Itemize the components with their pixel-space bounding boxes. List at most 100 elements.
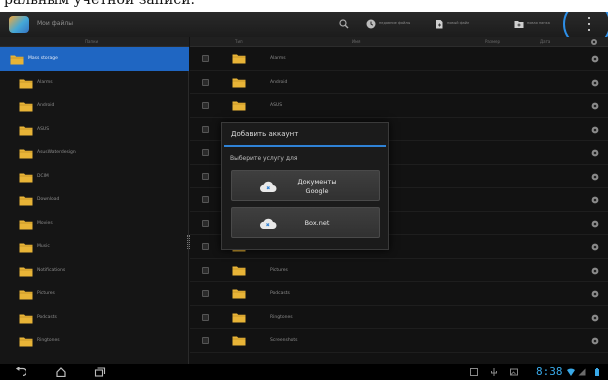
row-checkbox[interactable] — [202, 55, 209, 62]
settings-icon[interactable] — [590, 38, 598, 46]
file-name: Android — [270, 79, 288, 85]
row-checkbox[interactable] — [202, 102, 209, 109]
file-name: Pictures — [270, 267, 288, 273]
file-row[interactable]: Alarms — [190, 47, 608, 71]
tree-item[interactable]: Ringtones — [0, 329, 189, 353]
row-checkbox[interactable] — [202, 172, 209, 180]
tree-item[interactable]: Pictures — [0, 282, 189, 306]
google-docs-label-line2: Google — [305, 187, 329, 195]
tree-item[interactable]: Download — [0, 188, 189, 212]
search-icon[interactable] — [339, 19, 349, 29]
recent-files-button[interactable]: недавние файлы — [379, 21, 410, 25]
tree-item[interactable]: DCIM — [0, 165, 189, 189]
file-row[interactable]: Podcasts — [190, 282, 608, 306]
name-header[interactable]: Имя — [352, 39, 360, 44]
type-header[interactable]: Тип — [235, 39, 243, 44]
file-name: Ringtones — [270, 314, 293, 320]
info-icon[interactable] — [591, 55, 599, 63]
back-icon[interactable] — [14, 367, 26, 377]
tree-item-label: AsusWaterdesign — [37, 150, 76, 155]
usb-icon — [491, 368, 497, 376]
file-row[interactable]: Screenshots — [190, 329, 608, 353]
tree-item[interactable]: Notifications — [0, 259, 189, 283]
folder-icon — [232, 53, 246, 64]
info-icon[interactable] — [591, 196, 599, 204]
info-icon[interactable] — [591, 243, 599, 251]
google-docs-button[interactable]: Документы Google — [231, 170, 380, 201]
left-column-header: Папки — [0, 37, 189, 47]
file-name: Alarms — [270, 56, 286, 61]
new-file-button[interactable]: новый файл — [447, 21, 469, 25]
row-checkbox[interactable] — [202, 313, 209, 321]
folder-icon — [10, 54, 24, 65]
file-row[interactable]: Pictures — [190, 259, 608, 282]
row-checkbox[interactable] — [202, 243, 209, 250]
tree-item-label: Mass storage — [28, 56, 58, 61]
action-bar: Мои файлы недавние файлы новый файл нова… — [0, 12, 608, 48]
row-checkbox[interactable] — [202, 266, 209, 274]
file-row[interactable]: Android — [190, 71, 608, 94]
folder-icon — [232, 288, 246, 299]
page-caption: ральным учетной записи. — [0, 0, 608, 12]
tree-item[interactable]: AsusWaterdesign — [0, 141, 189, 165]
tree-item[interactable]: Mass storage — [0, 47, 189, 71]
info-icon[interactable] — [591, 149, 599, 157]
info-icon[interactable] — [591, 267, 599, 275]
tree-item[interactable]: Music — [0, 235, 189, 259]
tree-item[interactable]: Podcasts — [0, 306, 189, 330]
info-icon[interactable] — [591, 290, 599, 298]
folder-icon — [232, 312, 246, 323]
tree-item-label: Alarms — [37, 79, 53, 85]
tree-item-label: DCIM — [37, 173, 49, 179]
new-file-icon[interactable] — [434, 19, 444, 29]
folder-icon — [19, 125, 33, 136]
file-name: ASUS — [270, 103, 283, 108]
info-icon[interactable] — [591, 102, 599, 110]
row-checkbox[interactable] — [202, 125, 209, 133]
info-icon[interactable] — [591, 220, 599, 228]
tablet-screen: Мои файлы недавние файлы новый файл нова… — [0, 12, 608, 380]
row-checkbox[interactable] — [202, 78, 209, 86]
google-docs-label-line1: Документы — [297, 178, 337, 186]
wifi-icon — [567, 368, 575, 376]
tree-item-label: Movies — [37, 220, 53, 226]
folder-icon — [232, 265, 246, 276]
info-icon[interactable] — [591, 173, 599, 181]
row-checkbox[interactable] — [202, 149, 209, 156]
row-checkbox[interactable] — [202, 290, 209, 297]
size-header[interactable]: Размер — [485, 39, 500, 44]
row-checkbox[interactable] — [202, 219, 209, 227]
tree-item[interactable]: Movies — [0, 212, 189, 236]
new-folder-icon[interactable] — [514, 19, 524, 29]
folder-icon — [19, 219, 33, 230]
box-net-button[interactable]: Box.net — [231, 207, 380, 238]
info-icon[interactable] — [591, 337, 599, 345]
cloud-icon — [259, 218, 277, 229]
tree-item-label: ASUS — [37, 126, 50, 132]
tree-item[interactable]: Alarms — [0, 71, 189, 95]
folder-icon — [19, 78, 33, 89]
info-icon[interactable] — [591, 79, 599, 87]
folder-icon — [232, 100, 246, 111]
app-logo-icon[interactable] — [9, 16, 29, 33]
row-checkbox[interactable] — [202, 196, 209, 203]
recent-apps-icon[interactable] — [94, 367, 106, 377]
cloud-icon — [259, 181, 277, 192]
new-folder-button[interactable]: новая папка — [527, 21, 550, 25]
recent-icon[interactable] — [366, 19, 376, 29]
row-checkbox[interactable] — [202, 337, 209, 344]
tree-item[interactable]: Android — [0, 94, 189, 118]
file-row[interactable]: Ringtones — [190, 306, 608, 329]
image-icon — [510, 368, 518, 376]
tree-item-label: Android — [37, 103, 55, 108]
file-row[interactable]: ASUS — [190, 94, 608, 118]
tree-item-label: Notifications — [37, 267, 66, 273]
date-header[interactable]: Дата — [540, 39, 550, 44]
folder-icon — [19, 172, 33, 183]
tree-item[interactable]: ASUS — [0, 118, 189, 142]
info-icon[interactable] — [591, 126, 599, 134]
home-icon[interactable] — [55, 367, 67, 377]
info-icon[interactable] — [591, 314, 599, 322]
add-account-dialog: Добавить аккаунт Выберите услугу для Док… — [221, 122, 389, 250]
folder-icon — [19, 313, 33, 324]
